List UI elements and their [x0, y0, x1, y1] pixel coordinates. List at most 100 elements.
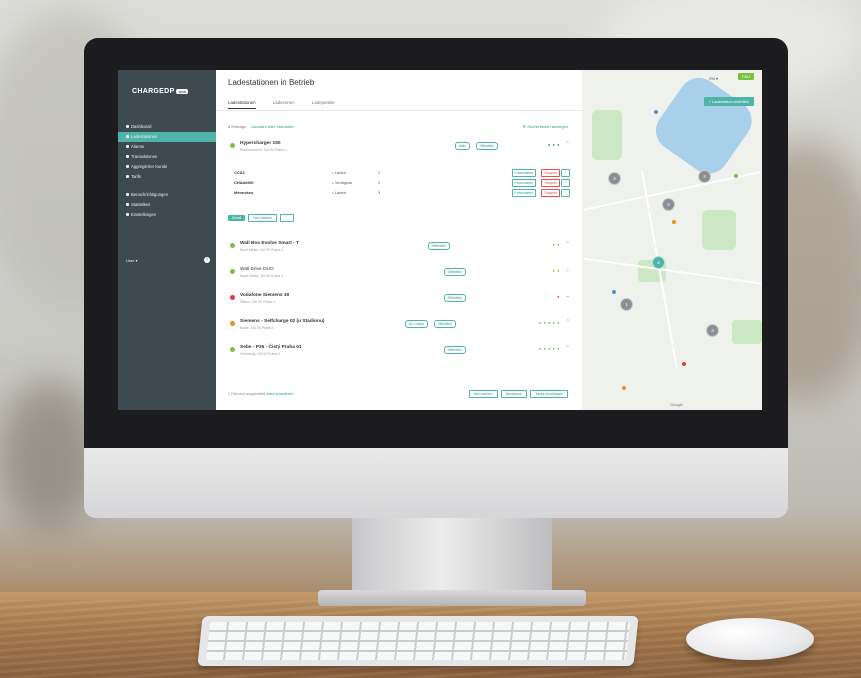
- mouse: [686, 618, 814, 660]
- restart-button[interactable]: Neu starten: [248, 214, 277, 222]
- stop-button[interactable]: Stoppen: [541, 189, 560, 197]
- station-row[interactable]: Wall Box Evolve Smart - T Nové Město, 11…: [228, 238, 570, 260]
- status-pill: Aktiv: [454, 142, 470, 150]
- sidebar-item-aggregierter-kunde[interactable]: Aggregierter Kunde: [118, 162, 216, 172]
- sidebar-item-statistiken[interactable]: Statistiken: [118, 200, 216, 210]
- sidebar-item-benachrichtigungen[interactable]: Benachrichtigungen: [118, 190, 216, 200]
- connector-indicators: ● ● ● ● ●: [538, 320, 560, 325]
- map-cluster[interactable]: 3: [698, 170, 711, 183]
- keyboard: [197, 616, 639, 666]
- more-button[interactable]: ⋮: [560, 189, 570, 197]
- transactions-icon: [126, 155, 129, 159]
- chevron-up-icon[interactable]: ⌃: [566, 241, 570, 247]
- sidebar-item-alarms[interactable]: Alarms: [118, 142, 216, 152]
- users-icon: [126, 165, 129, 169]
- map-pin[interactable]: [672, 220, 676, 224]
- river: [648, 70, 760, 182]
- main-panel: Ladestationen in Betrieb Ladestationen L…: [216, 70, 582, 410]
- list-footer: 1 Element ausgewählt Alles auswählen Neu…: [228, 390, 570, 398]
- sidebar-item-einstellungen[interactable]: Einstellungen: [118, 210, 216, 220]
- tariff-icon: [126, 175, 129, 179]
- sidebar-item-tarifs[interactable]: Tarifs: [118, 172, 216, 182]
- connector-row: CHAdeMO Verfügbar 2 Freischalten Stoppen…: [228, 178, 570, 188]
- sidebar-item-ladestationen[interactable]: Ladestationen: [118, 132, 216, 142]
- station-row[interactable]: Siemens - Selfcharge 02 (u Stadionu) Nus…: [228, 316, 570, 338]
- monitor-chin: [84, 448, 788, 518]
- add-tasks-button[interactable]: Tasks hinzufügen: [530, 390, 568, 398]
- divider: [216, 110, 582, 111]
- monitor-screen: CHARGEDP one Dashboard Ladestationen Alar…: [118, 70, 762, 410]
- station-row[interactable]: Sebe - P36 - Čistý Praha 01 Vinohrady, 1…: [228, 342, 570, 364]
- more-button[interactable]: ⋮: [560, 169, 570, 177]
- status-dot: [230, 143, 235, 148]
- connector-indicators: ● ● ● ● ●: [538, 346, 560, 351]
- more-actions-button[interactable]: ⋮: [280, 214, 294, 222]
- select-all-footer-link[interactable]: Alles auswählen: [266, 392, 293, 396]
- map-pin[interactable]: [622, 386, 626, 390]
- map-pin[interactable]: [682, 362, 686, 366]
- stop-button[interactable]: Stoppen: [541, 169, 560, 177]
- monitor-stand: [352, 518, 552, 596]
- language-select[interactable]: EN ▾: [709, 76, 718, 81]
- sidebar-item-transaktionen[interactable]: Transaktionen: [118, 152, 216, 162]
- tab-ladestationen[interactable]: Ladestationen: [228, 100, 256, 109]
- status-dot: [230, 269, 235, 274]
- station-row-expanded[interactable]: Hypercharger 150 Pracherova 24, 110 00 P…: [228, 138, 570, 160]
- status-dot: [230, 295, 235, 300]
- map-pin[interactable]: [734, 174, 738, 178]
- app-logo[interactable]: CHARGEDP one: [132, 88, 189, 95]
- station-icon: [126, 135, 129, 139]
- station-row[interactable]: Wall Drive DUO Staré Město, 110 00 Praha…: [228, 264, 570, 286]
- map-cluster[interactable]: 3: [608, 172, 621, 185]
- status-dot: [230, 347, 235, 352]
- alarm-icon: [126, 145, 129, 149]
- chevron-up-icon[interactable]: ⌃: [566, 345, 570, 351]
- chart-icon: [126, 203, 129, 207]
- connector-row: Mennekes Laden 3 Freischalten Stoppen ⋮: [228, 188, 570, 198]
- select-all-link[interactable]: Auswahl aller Standorte: [251, 124, 293, 129]
- map-panel[interactable]: EN ▾ FAU + Ladestation erstellen 3 3 2 4…: [582, 70, 762, 410]
- sidebar-item-dashboard[interactable]: Dashboard: [118, 122, 216, 132]
- chevron-down-icon[interactable]: ⌄: [566, 293, 570, 299]
- sidebar-nav: Dashboard Ladestationen Alarms Transakti…: [118, 122, 216, 220]
- connector-indicators: ● ●: [552, 242, 560, 247]
- bell-icon: [126, 193, 129, 197]
- monitor-foot: [318, 590, 586, 606]
- selection-count: 1 Element ausgewählt: [228, 392, 266, 396]
- restart-all-button[interactable]: Neu starten: [468, 390, 498, 398]
- user-menu[interactable]: User ▾ ?: [126, 257, 210, 263]
- map-pin[interactable]: [654, 110, 658, 114]
- filter-toggle-link[interactable]: ▼ Suchkriterien anzeigen: [522, 124, 568, 129]
- connector-row: CCS2 Laden 1 Freischalten Stoppen ⋮: [228, 168, 570, 178]
- footer-buttons: Neu starten Neubauen Tasks hinzufügen: [468, 390, 570, 398]
- more-button[interactable]: ⋮: [560, 179, 570, 187]
- help-icon[interactable]: ?: [204, 257, 210, 263]
- connector-indicators: ●: [557, 294, 560, 299]
- rebuild-button[interactable]: Neubauen: [500, 390, 528, 398]
- map-cluster[interactable]: 2: [662, 198, 675, 211]
- unlock-button[interactable]: Freischalten: [511, 169, 536, 177]
- station-row[interactable]: Vodafone Siemens 19 Žižkov, 130 00 Praha…: [228, 290, 570, 312]
- create-station-button[interactable]: + Ladestation erstellen: [703, 97, 754, 106]
- map-pin[interactable]: [612, 290, 616, 294]
- detail-button[interactable]: Detail: [228, 215, 246, 221]
- unlock-button[interactable]: Freischalten: [511, 189, 536, 197]
- map-cluster-selected[interactable]: 4: [652, 256, 665, 269]
- chevron-up-icon[interactable]: ⌃: [566, 141, 570, 147]
- tab-ladepunkte[interactable]: Ladepunkte: [312, 100, 335, 108]
- entry-count: 8 Einträge: [228, 124, 247, 129]
- chevron-up-icon[interactable]: ⌃: [566, 319, 570, 325]
- stop-button[interactable]: Stoppen: [541, 179, 560, 187]
- sidebar: CHARGEDP one Dashboard Ladestationen Alar…: [118, 70, 216, 410]
- park-area: [702, 210, 736, 250]
- chevron-down-icon[interactable]: ⌄: [566, 267, 570, 273]
- map-cluster[interactable]: 1: [620, 298, 633, 311]
- road: [582, 257, 762, 285]
- map-cluster[interactable]: 3: [706, 324, 719, 337]
- tab-ladezonen[interactable]: Ladezonen: [273, 100, 295, 108]
- station-name: Hypercharger 150: [240, 141, 281, 146]
- unlock-button[interactable]: Freischalten: [511, 179, 536, 187]
- user-button[interactable]: FAU: [738, 73, 754, 80]
- status-dot: [230, 321, 235, 326]
- station-action-buttons: Detail Neu starten ⋮: [228, 214, 296, 222]
